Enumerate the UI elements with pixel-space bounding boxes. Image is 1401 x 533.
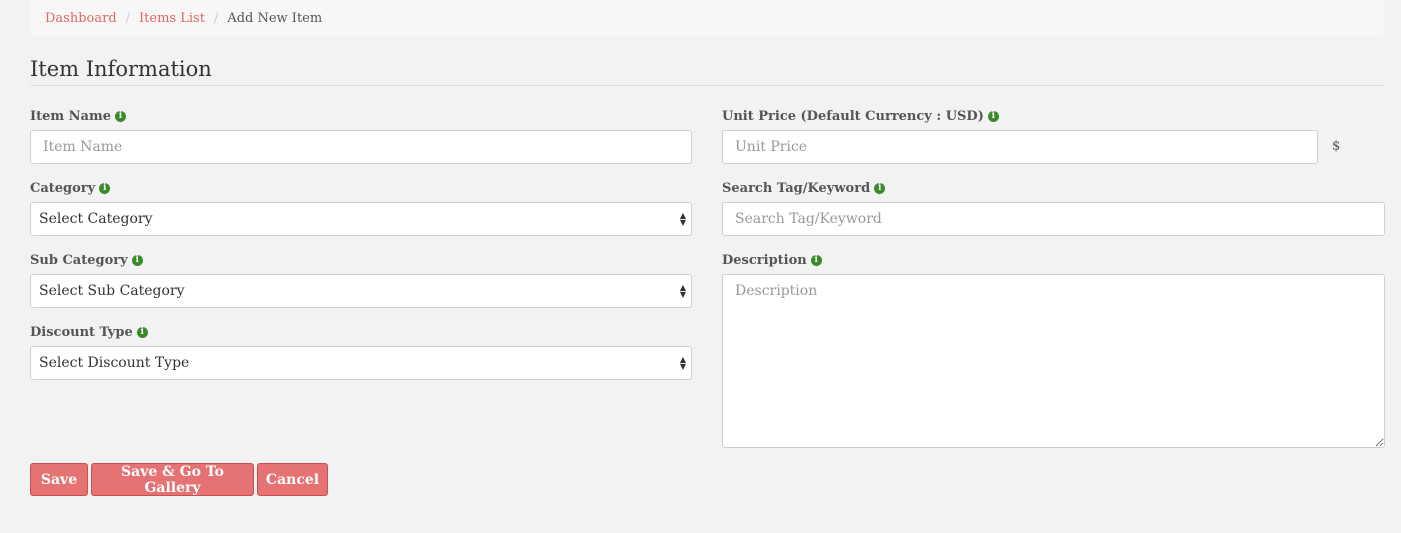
category-label-text: Category [30,180,96,196]
item-name-input[interactable] [30,130,692,164]
select-arrows-icon: ▲ ▼ [679,212,686,227]
breadcrumb-separator: / [213,10,219,26]
description-label-text: Description [722,252,807,268]
sub-category-select-value: Select Sub Category [39,283,185,299]
description-label: Description i [722,252,822,268]
breadcrumb: Dashboard / Items List / Add New Item [30,0,1384,36]
info-icon[interactable]: i [874,182,886,194]
sub-category-label: Sub Category i [30,252,143,268]
unit-price-label-text: Unit Price (Default Currency : USD) [722,108,984,124]
select-down-icon: ▼ [679,290,686,299]
currency-symbol: $ [1332,139,1341,154]
discount-type-select-value: Select Discount Type [39,355,190,371]
breadcrumb-current: Add New Item [227,10,323,26]
sub-category-label-text: Sub Category [30,252,128,268]
page-title: Item Information [30,57,1384,86]
sub-category-select[interactable]: Select Sub Category ▲ ▼ [30,274,692,308]
breadcrumb-items-list-link[interactable]: Items List [139,11,205,26]
info-icon[interactable]: i [131,254,143,266]
category-label: Category i [30,180,111,196]
discount-type-label-text: Discount Type [30,324,133,340]
description-textarea[interactable] [722,274,1385,448]
search-tag-label: Search Tag/Keyword i [722,180,886,196]
category-select-value: Select Category [39,211,153,227]
select-arrows-icon: ▲ ▼ [679,356,686,371]
unit-price-input[interactable] [722,130,1318,164]
search-tag-input[interactable] [722,202,1385,236]
cancel-button[interactable]: Cancel [257,463,328,496]
discount-type-label: Discount Type i [30,324,148,340]
select-down-icon: ▼ [679,218,686,227]
breadcrumb-separator: / [125,10,131,26]
category-select[interactable]: Select Category ▲ ▼ [30,202,692,236]
search-tag-label-text: Search Tag/Keyword [722,180,871,196]
info-icon[interactable]: i [136,326,148,338]
unit-price-label: Unit Price (Default Currency : USD) i [722,108,999,124]
info-icon[interactable]: i [987,110,999,122]
info-icon[interactable]: i [810,254,822,266]
item-name-label: Item Name i [30,108,126,124]
discount-type-select[interactable]: Select Discount Type ▲ ▼ [30,346,692,380]
item-name-label-text: Item Name [30,108,111,124]
select-arrows-icon: ▲ ▼ [679,284,686,299]
save-button[interactable]: Save [30,463,88,496]
select-down-icon: ▼ [679,362,686,371]
info-icon[interactable]: i [114,110,126,122]
info-icon[interactable]: i [99,182,111,194]
save-go-to-gallery-button[interactable]: Save & Go To Gallery [91,463,254,496]
breadcrumb-dashboard-link[interactable]: Dashboard [45,11,117,26]
